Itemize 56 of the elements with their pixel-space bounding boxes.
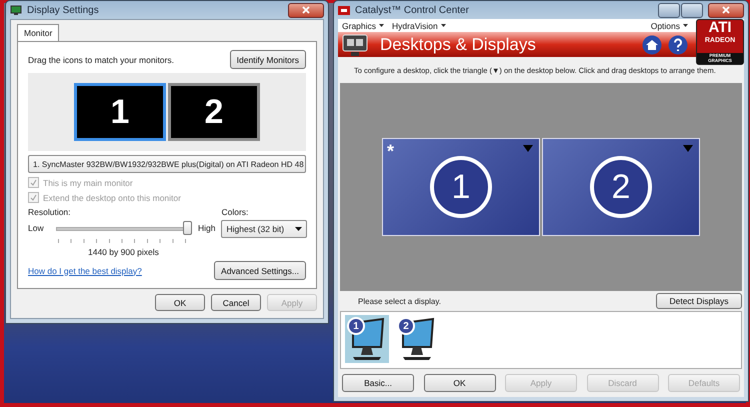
monitor-app-icon — [10, 4, 22, 16]
maximize-button[interactable] — [681, 2, 703, 18]
resolution-label: Resolution: — [28, 207, 72, 217]
detect-displays-button[interactable]: Detect Displays — [656, 293, 742, 309]
display-number: 2 — [397, 317, 415, 335]
tab[interactable]: Monitor — [17, 24, 60, 41]
close-button[interactable] — [708, 2, 744, 18]
desktop-tile[interactable]: 2 — [542, 138, 700, 236]
help-link[interactable]: How do I get the best display? — [28, 266, 142, 276]
caret-icon — [440, 24, 446, 28]
display-item[interactable]: 2 — [395, 315, 439, 363]
high-label: High — [198, 223, 216, 233]
desktop-number: 1 — [430, 156, 492, 218]
footer-button[interactable]: Basic... — [342, 374, 414, 392]
dropdown-triangle-icon[interactable] — [523, 145, 533, 152]
colors-label: Colors: — [221, 207, 250, 217]
options-menu[interactable]: Options — [650, 20, 688, 31]
home-icon[interactable] — [642, 34, 662, 55]
caret-icon — [295, 227, 302, 231]
checkbox-label: Extend the desktop onto this monitor — [43, 192, 181, 202]
resolution-slider[interactable] — [56, 221, 192, 235]
colors-dropdown[interactable]: Highest (32 bit) — [221, 220, 308, 238]
dropdown-triangle-icon[interactable] — [683, 145, 693, 152]
window-title: Display Settings — [27, 4, 99, 16]
monitor-dropdown[interactable]: 1. SyncMaster 932BW/BW1932/932BWE plus(Digital) on ATI Radeon HD 48 — [28, 155, 306, 173]
dialog-button[interactable]: Cancel — [211, 294, 261, 311]
resolution-reading: 1440 by 900 pixels — [88, 247, 160, 257]
monitor-icon — [342, 32, 368, 57]
caret-icon — [683, 24, 688, 28]
instruction-text: Drag the icons to match your monitors. — [28, 54, 174, 64]
monitor-tile[interactable]: 1 — [74, 83, 166, 141]
low-label: Low — [28, 223, 45, 233]
monitor-tile[interactable]: 2 — [168, 83, 260, 141]
menu-item[interactable]: HydraVision — [392, 20, 446, 31]
advanced-settings-button[interactable]: Advanced Settings... — [214, 261, 306, 280]
checkbox-label: This is my main monitor — [43, 178, 133, 188]
slider-thumb[interactable] — [183, 221, 192, 235]
identify-monitors-button[interactable]: Identify Monitors — [230, 50, 306, 69]
display-item[interactable]: 1 — [345, 315, 389, 363]
ati-app-icon — [338, 6, 350, 14]
primary-mark: * — [387, 141, 394, 162]
help-icon[interactable] — [668, 34, 688, 55]
desktop-tile[interactable]: * 1 — [382, 138, 540, 236]
display-number: 1 — [347, 317, 365, 335]
close-icon — [302, 6, 310, 14]
menu-item[interactable]: Graphics — [342, 20, 384, 31]
status-text: Please select a display. — [358, 296, 442, 306]
dialog-button[interactable]: OK — [155, 294, 205, 311]
page-title: Desktops & Displays — [380, 34, 536, 55]
footer-button[interactable]: OK — [424, 374, 496, 392]
desktop-number: 2 — [590, 156, 652, 218]
caret-icon — [379, 24, 384, 28]
minimize-button[interactable] — [658, 2, 680, 18]
window-title: Catalyst™ Control Center — [355, 4, 469, 16]
close-icon — [722, 6, 730, 14]
close-button[interactable] — [288, 2, 324, 18]
